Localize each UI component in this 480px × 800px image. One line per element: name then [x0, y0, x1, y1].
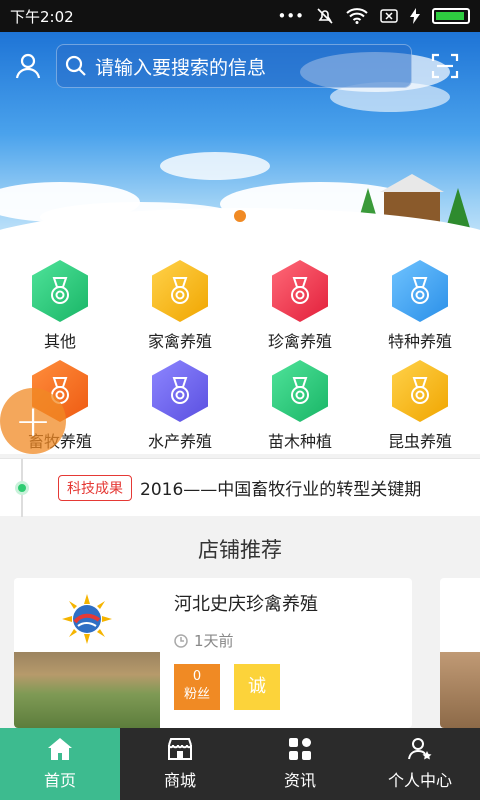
category-poultry[interactable]: 家禽养殖 [120, 258, 240, 356]
section-title: 店铺推荐 [198, 538, 282, 562]
medal-icon [392, 360, 448, 422]
carousel-dot[interactable] [218, 211, 228, 221]
search-icon [65, 55, 86, 76]
nav-label: 首页 [43, 771, 76, 790]
fans-badge: 0 粉丝 [174, 664, 220, 710]
bottom-nav: 首页 商城 资讯 个人中心 [0, 728, 480, 800]
wifi-icon [346, 8, 368, 24]
category-aquaculture[interactable]: 水产养殖 [120, 358, 240, 456]
medal-icon [392, 260, 448, 322]
user-icon [15, 53, 41, 79]
nav-label: 商城 [163, 771, 196, 790]
farm-photo [440, 652, 480, 728]
shop-logo [62, 594, 112, 644]
category-label: 珍禽养殖 [267, 332, 332, 351]
user-button[interactable] [0, 42, 56, 90]
search-placeholder: 请输入要搜索的信息 [95, 56, 267, 79]
charging-icon [410, 8, 420, 24]
nav-home[interactable]: 首页 [0, 728, 120, 800]
category-special[interactable]: 特种养殖 [360, 258, 480, 356]
news-headline[interactable]: 2016——中国畜牧行业的转型关键期 [140, 475, 421, 500]
shop-card[interactable]: 河北史庆珍禽养殖 1天前 0 粉丝 诚 [14, 578, 412, 728]
medal-icon [272, 260, 328, 322]
shop-time-text: 1天前 [194, 632, 234, 650]
carousel-indicators [0, 210, 480, 222]
category-label: 其他 [43, 332, 76, 351]
category-label: 苗木种植 [267, 432, 332, 451]
scan-icon [431, 53, 459, 79]
status-icons: ••• [277, 7, 470, 25]
shop-icon [168, 738, 192, 760]
nav-label: 资讯 [283, 771, 316, 790]
clock-icon [174, 633, 188, 648]
nav-shop[interactable]: 商城 [120, 728, 240, 800]
shop-card-next[interactable] [440, 578, 480, 728]
medal-icon [152, 260, 208, 322]
shop-image [14, 578, 160, 728]
category-seedlings[interactable]: 苗木种植 [240, 358, 360, 456]
category-other[interactable]: 其他 [0, 258, 120, 356]
shop-time: 1天前 [174, 630, 234, 651]
battery-icon [432, 8, 470, 24]
profile-icon [408, 738, 432, 760]
nav-profile[interactable]: 个人中心 [360, 728, 480, 800]
status-time: 下午2:02 [10, 7, 74, 26]
status-bar: 下午2:02 ••• [0, 0, 480, 32]
fans-label: 粉丝 [183, 687, 210, 702]
search-input[interactable]: 请输入要搜索的信息 [56, 44, 412, 88]
medal-icon [152, 360, 208, 422]
category-insects[interactable]: 昆虫养殖 [360, 358, 480, 456]
medal-icon [272, 360, 328, 422]
top-bar: 请输入要搜索的信息 [0, 42, 480, 90]
category-label: 水产养殖 [147, 432, 212, 451]
floating-add-button[interactable]: + [0, 388, 66, 454]
farm-photo [14, 652, 160, 728]
grid-icon [289, 738, 311, 760]
scan-button[interactable] [412, 42, 478, 90]
nav-news[interactable]: 资讯 [240, 728, 360, 800]
home-icon [48, 738, 72, 760]
medal-icon [32, 260, 88, 322]
shop-name: 河北史庆珍禽养殖 [174, 594, 318, 615]
category-grid: 其他 家禽养殖 珍禽养殖 特种养殖 畜牧养殖 水产养殖 苗木种植 昆虫养殖 [0, 258, 480, 454]
more-dots-icon: ••• [277, 7, 304, 25]
nav-label: 个人中心 [387, 771, 452, 790]
mute-icon [317, 8, 333, 24]
plus-icon: + [14, 395, 52, 447]
timeline-dot [15, 481, 29, 495]
category-label: 特种养殖 [387, 332, 452, 351]
fans-count: 0 [192, 669, 202, 684]
carousel-dot[interactable] [252, 211, 262, 221]
carousel-dot-active[interactable] [234, 210, 246, 222]
category-label: 昆虫养殖 [387, 432, 452, 451]
no-sim-icon [380, 9, 398, 23]
category-rare-poultry[interactable]: 珍禽养殖 [240, 258, 360, 356]
integrity-badge: 诚 [234, 664, 280, 710]
news-ticker[interactable]: 科技成果 2016——中国畜牧行业的转型关键期 [0, 458, 480, 517]
news-tag: 科技成果 [58, 474, 132, 501]
category-label: 家禽养殖 [147, 332, 212, 351]
